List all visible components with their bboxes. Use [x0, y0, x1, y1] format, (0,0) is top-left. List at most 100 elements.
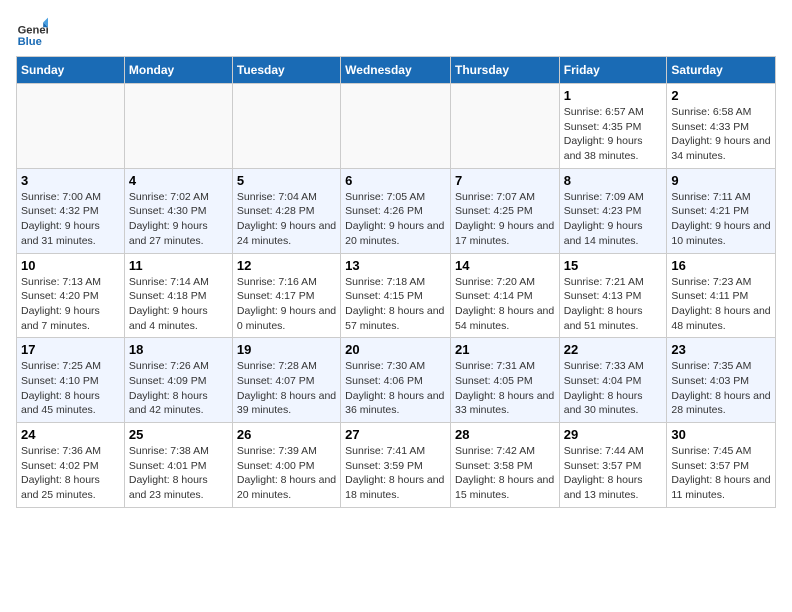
cell-info: Sunrise: 7:28 AM Sunset: 4:07 PM Dayligh… [237, 359, 336, 418]
day-number: 27 [345, 427, 446, 442]
day-number: 5 [237, 173, 336, 188]
day-number: 24 [21, 427, 120, 442]
cell-info: Sunrise: 7:00 AM Sunset: 4:32 PM Dayligh… [21, 190, 120, 249]
logo: General Blue [16, 16, 52, 48]
calendar-cell: 17 Sunrise: 7:25 AM Sunset: 4:10 PM Dayli… [17, 338, 125, 423]
cell-info: Sunrise: 7:44 AM Sunset: 3:57 PM Dayligh… [564, 444, 663, 503]
day-number: 25 [129, 427, 228, 442]
day-header-tuesday: Tuesday [232, 57, 340, 84]
day-number: 23 [671, 342, 771, 357]
cell-info: Sunrise: 7:23 AM Sunset: 4:11 PM Dayligh… [671, 275, 771, 334]
day-number: 11 [129, 258, 228, 273]
calendar-cell: 19 Sunrise: 7:28 AM Sunset: 4:07 PM Dayli… [232, 338, 340, 423]
calendar-cell: 6Sunrise: 7:05 AM Sunset: 4:26 PM Daylig… [341, 168, 451, 253]
day-number: 8 [564, 173, 663, 188]
cell-info: Sunrise: 7:26 AM Sunset: 4:09 PM Dayligh… [129, 359, 228, 418]
calendar-cell: 25 Sunrise: 7:38 AM Sunset: 4:01 PM Dayli… [124, 423, 232, 508]
cell-info: Sunrise: 7:07 AM Sunset: 4:25 PM Dayligh… [455, 190, 555, 249]
day-header-saturday: Saturday [667, 57, 776, 84]
calendar-cell: 18Sunrise: 7:26 AM Sunset: 4:09 PM Dayli… [124, 338, 232, 423]
calendar-cell [232, 84, 340, 169]
cell-info: Sunrise: 7:30 AM Sunset: 4:06 PM Dayligh… [345, 359, 446, 418]
calendar-cell: 20 Sunrise: 7:30 AM Sunset: 4:06 PM Dayli… [341, 338, 451, 423]
cell-info: Sunrise: 7:21 AM Sunset: 4:13 PM Dayligh… [564, 275, 663, 334]
cell-info: Sunrise: 6:57 AM Sunset: 4:35 PM Dayligh… [564, 105, 663, 164]
week-row: 24Sunrise: 7:36 AM Sunset: 4:02 PM Dayli… [17, 423, 776, 508]
calendar-cell: 8 Sunrise: 7:09 AM Sunset: 4:23 PM Daylig… [559, 168, 667, 253]
day-header-thursday: Thursday [450, 57, 559, 84]
cell-info: Sunrise: 7:05 AM Sunset: 4:26 PM Dayligh… [345, 190, 446, 249]
day-number: 1 [564, 88, 663, 103]
day-number: 28 [455, 427, 555, 442]
cell-info: Sunrise: 7:16 AM Sunset: 4:17 PM Dayligh… [237, 275, 336, 334]
day-number: 7 [455, 173, 555, 188]
calendar-cell: 15 Sunrise: 7:21 AM Sunset: 4:13 PM Dayli… [559, 253, 667, 338]
week-row: 3 Sunrise: 7:00 AM Sunset: 4:32 PM Daylig… [17, 168, 776, 253]
calendar-body: 1 Sunrise: 6:57 AM Sunset: 4:35 PM Daylig… [17, 84, 776, 508]
logo-icon: General Blue [16, 16, 48, 48]
calendar-cell [17, 84, 125, 169]
calendar-header: SundayMondayTuesdayWednesdayThursdayFrid… [17, 57, 776, 84]
calendar-cell: 12 Sunrise: 7:16 AM Sunset: 4:17 PM Dayli… [232, 253, 340, 338]
day-number: 12 [237, 258, 336, 273]
calendar-cell: 3 Sunrise: 7:00 AM Sunset: 4:32 PM Daylig… [17, 168, 125, 253]
calendar-cell: 4Sunrise: 7:02 AM Sunset: 4:30 PM Daylig… [124, 168, 232, 253]
day-number: 3 [21, 173, 120, 188]
day-number: 20 [345, 342, 446, 357]
calendar-cell: 14 Sunrise: 7:20 AM Sunset: 4:14 PM Dayli… [450, 253, 559, 338]
calendar-cell: 2 Sunrise: 6:58 AM Sunset: 4:33 PM Daylig… [667, 84, 776, 169]
calendar-cell: 22 Sunrise: 7:33 AM Sunset: 4:04 PM Dayli… [559, 338, 667, 423]
calendar-cell: 23 Sunrise: 7:35 AM Sunset: 4:03 PM Dayli… [667, 338, 776, 423]
day-number: 15 [564, 258, 663, 273]
day-number: 22 [564, 342, 663, 357]
cell-info: Sunrise: 7:42 AM Sunset: 3:58 PM Dayligh… [455, 444, 555, 503]
day-number: 4 [129, 173, 228, 188]
cell-info: Sunrise: 6:58 AM Sunset: 4:33 PM Dayligh… [671, 105, 771, 164]
day-header-monday: Monday [124, 57, 232, 84]
calendar-cell: 26 Sunrise: 7:39 AM Sunset: 4:00 PM Dayli… [232, 423, 340, 508]
calendar-cell [450, 84, 559, 169]
calendar-cell: 10 Sunrise: 7:13 AM Sunset: 4:20 PM Dayli… [17, 253, 125, 338]
calendar-cell: 21Sunrise: 7:31 AM Sunset: 4:05 PM Dayli… [450, 338, 559, 423]
day-number: 2 [671, 88, 771, 103]
day-number: 29 [564, 427, 663, 442]
day-number: 9 [671, 173, 771, 188]
cell-info: Sunrise: 7:13 AM Sunset: 4:20 PM Dayligh… [21, 275, 120, 334]
cell-info: Sunrise: 7:09 AM Sunset: 4:23 PM Dayligh… [564, 190, 663, 249]
day-number: 13 [345, 258, 446, 273]
week-row: 10 Sunrise: 7:13 AM Sunset: 4:20 PM Dayli… [17, 253, 776, 338]
svg-text:Blue: Blue [18, 36, 42, 48]
cell-info: Sunrise: 7:35 AM Sunset: 4:03 PM Dayligh… [671, 359, 771, 418]
calendar-cell: 11 Sunrise: 7:14 AM Sunset: 4:18 PM Dayli… [124, 253, 232, 338]
day-number: 21 [455, 342, 555, 357]
calendar-cell [341, 84, 451, 169]
day-number: 16 [671, 258, 771, 273]
day-header-wednesday: Wednesday [341, 57, 451, 84]
calendar-cell: 16 Sunrise: 7:23 AM Sunset: 4:11 PM Dayli… [667, 253, 776, 338]
calendar-cell: 24Sunrise: 7:36 AM Sunset: 4:02 PM Dayli… [17, 423, 125, 508]
calendar-cell: 28 Sunrise: 7:42 AM Sunset: 3:58 PM Dayli… [450, 423, 559, 508]
header: General Blue [16, 16, 776, 48]
cell-info: Sunrise: 7:38 AM Sunset: 4:01 PM Dayligh… [129, 444, 228, 503]
day-number: 14 [455, 258, 555, 273]
calendar-cell: 9Sunrise: 7:11 AM Sunset: 4:21 PM Daylig… [667, 168, 776, 253]
day-number: 19 [237, 342, 336, 357]
calendar-cell: 13Sunrise: 7:18 AM Sunset: 4:15 PM Dayli… [341, 253, 451, 338]
calendar-cell: 27Sunrise: 7:41 AM Sunset: 3:59 PM Dayli… [341, 423, 451, 508]
cell-info: Sunrise: 7:25 AM Sunset: 4:10 PM Dayligh… [21, 359, 120, 418]
calendar-table: SundayMondayTuesdayWednesdayThursdayFrid… [16, 56, 776, 508]
cell-info: Sunrise: 7:33 AM Sunset: 4:04 PM Dayligh… [564, 359, 663, 418]
cell-info: Sunrise: 7:45 AM Sunset: 3:57 PM Dayligh… [671, 444, 771, 503]
calendar-cell [124, 84, 232, 169]
day-header-friday: Friday [559, 57, 667, 84]
day-number: 17 [21, 342, 120, 357]
cell-info: Sunrise: 7:39 AM Sunset: 4:00 PM Dayligh… [237, 444, 336, 503]
cell-info: Sunrise: 7:14 AM Sunset: 4:18 PM Dayligh… [129, 275, 228, 334]
calendar-cell: 5Sunrise: 7:04 AM Sunset: 4:28 PM Daylig… [232, 168, 340, 253]
cell-info: Sunrise: 7:20 AM Sunset: 4:14 PM Dayligh… [455, 275, 555, 334]
day-number: 26 [237, 427, 336, 442]
week-row: 1 Sunrise: 6:57 AM Sunset: 4:35 PM Daylig… [17, 84, 776, 169]
calendar-cell: 7 Sunrise: 7:07 AM Sunset: 4:25 PM Daylig… [450, 168, 559, 253]
calendar-cell: 30Sunrise: 7:45 AM Sunset: 3:57 PM Dayli… [667, 423, 776, 508]
day-number: 10 [21, 258, 120, 273]
